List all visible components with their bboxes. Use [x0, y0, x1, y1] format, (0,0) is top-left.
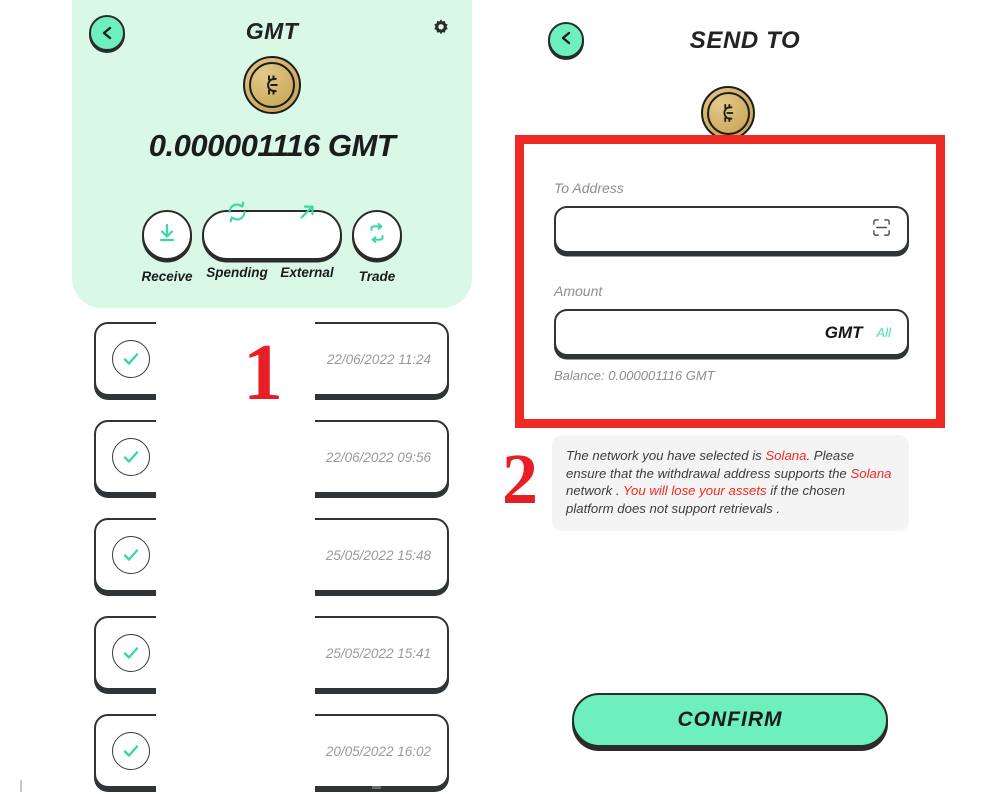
scan-qr-icon[interactable] — [872, 218, 891, 242]
action-to-external[interactable]: To External — [272, 190, 342, 280]
to-external-button[interactable] — [272, 190, 342, 240]
to-address-field[interactable] — [554, 206, 909, 253]
transfer-pill-group: To Spending To External — [202, 202, 342, 280]
action-trade[interactable]: Trade — [342, 210, 412, 285]
send-panel: SEND TO To Address Amount GMT All Balanc… — [490, 0, 1000, 794]
amount-currency-label: GMT — [824, 322, 863, 342]
to-address-input[interactable] — [572, 221, 872, 238]
check-circle-icon — [112, 340, 150, 378]
transaction-date: 22/06/2022 09:56 — [325, 449, 431, 465]
transaction-date: 25/05/2022 15:48 — [325, 547, 431, 563]
network-warning-text: The network you have selected is Solana.… — [566, 447, 893, 517]
check-circle-icon — [112, 634, 150, 672]
to-spending-button[interactable] — [202, 190, 272, 240]
transaction-date: 20/05/2022 16:02 — [325, 743, 431, 759]
warning-network-2: Solana — [850, 465, 892, 481]
wallet-title: GMT — [245, 18, 299, 44]
warning-part-1: The network you have selected is — [566, 448, 766, 463]
arrow-up-right-icon — [295, 200, 319, 229]
warning-network-1: Solana — [765, 448, 807, 463]
page-edge-tick-right — [372, 786, 381, 789]
wallet-balance: 0.000001116 GMT — [148, 128, 396, 163]
check-circle-icon — [112, 536, 150, 574]
annotation-marker-1: 1 — [243, 329, 283, 417]
action-trade-label: Trade — [358, 269, 396, 284]
receive-button[interactable] — [142, 210, 192, 260]
gear-icon — [429, 17, 453, 46]
redaction-overlay — [156, 322, 315, 794]
to-address-label: To Address — [554, 180, 624, 196]
transaction-date: 22/06/2022 11:24 — [326, 351, 431, 367]
action-to-spending[interactable]: To Spending — [202, 190, 272, 280]
amount-input[interactable] — [572, 324, 811, 341]
network-warning-box: The network you have selected is Solana.… — [552, 435, 909, 532]
balance-note: Balance: 0.000001116 GMT — [554, 368, 715, 383]
gmt-coin-icon — [243, 56, 301, 114]
warning-part-3: network . — [566, 483, 623, 499]
action-receive-label: Receive — [141, 269, 193, 284]
amount-field[interactable]: GMT All — [554, 309, 909, 356]
amount-all-button[interactable]: All — [877, 325, 891, 340]
check-circle-icon — [112, 438, 150, 476]
download-arrow-icon — [155, 221, 179, 250]
gmt-coin-icon — [701, 86, 755, 140]
swap-repeat-icon — [365, 221, 389, 250]
wallet-action-bar: Receive Spending External Trade — [72, 202, 472, 310]
page-edge-tick — [20, 780, 22, 792]
trade-button[interactable] — [352, 210, 402, 260]
warning-danger-phrase: You will lose your assets — [622, 483, 767, 499]
confirm-button-label: CONFIRM — [677, 708, 783, 731]
wallet-header: GMT 0.000001116 GMT Receive Spending Ext… — [72, 0, 472, 308]
check-circle-icon — [112, 732, 150, 770]
amount-label: Amount — [554, 283, 603, 299]
confirm-button[interactable]: CONFIRM — [572, 693, 888, 747]
wallet-settings-button[interactable] — [428, 18, 454, 44]
page-title: SEND TO — [689, 27, 801, 54]
action-receive[interactable]: Receive — [132, 210, 202, 285]
circular-refresh-icon — [224, 199, 250, 230]
annotation-marker-2: 2 — [502, 439, 538, 519]
transaction-date: 25/05/2022 15:41 — [325, 645, 431, 661]
annotation-box-1: To Address Amount GMT All Balance: 0.000… — [515, 135, 945, 428]
app-screenshot: GMT 0.000001116 GMT Receive Spending Ext… — [0, 0, 1000, 794]
